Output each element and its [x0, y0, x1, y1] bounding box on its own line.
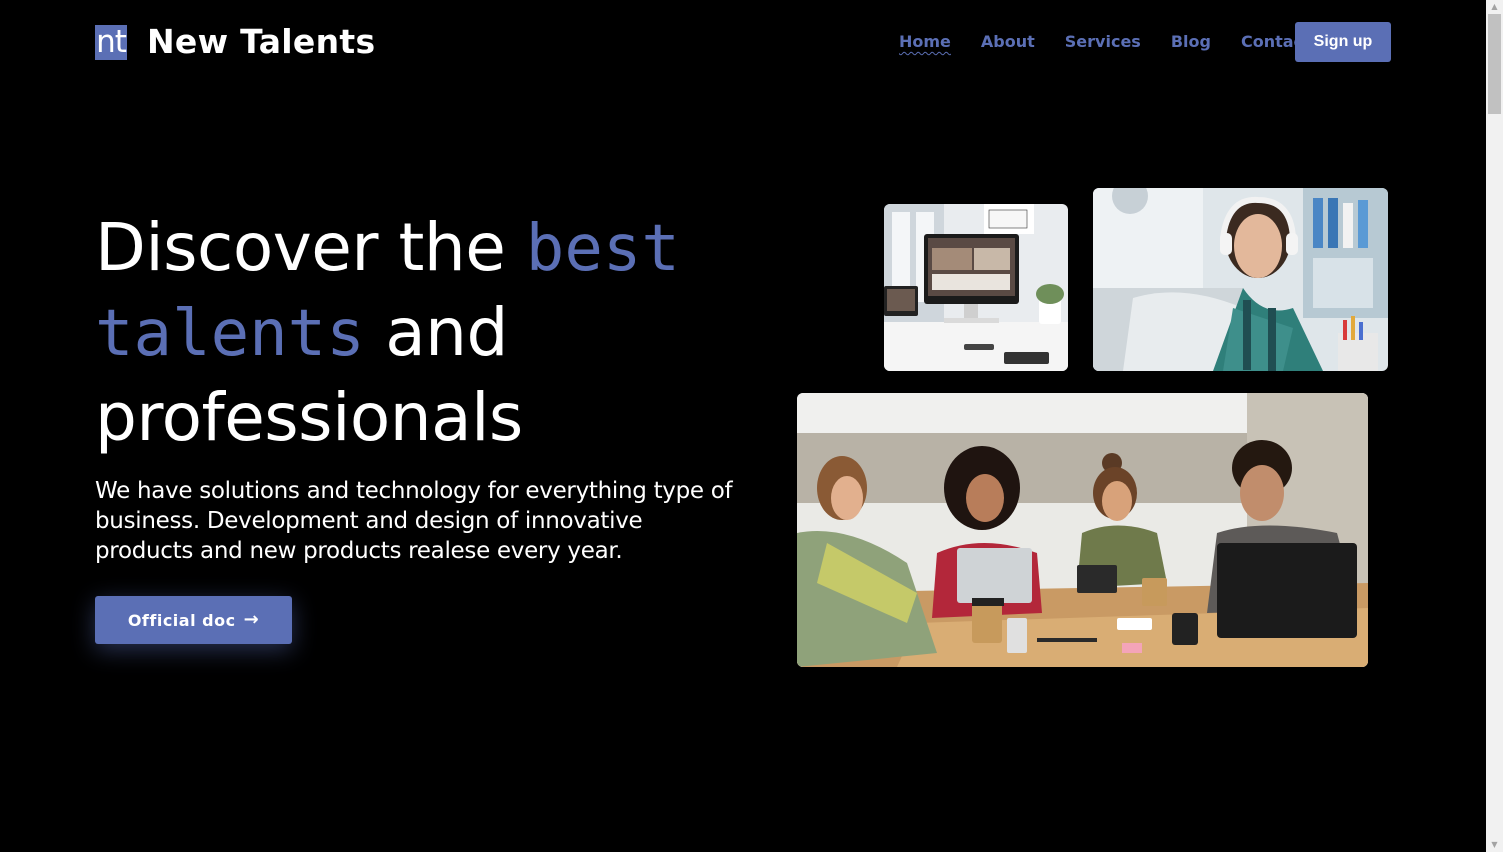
page-scrollbar[interactable]: ▲ ▼: [1486, 0, 1503, 852]
hero-title: Discover the best talents and professional…: [95, 206, 775, 460]
arrow-right-icon: →: [243, 609, 260, 630]
hero-description: We have solutions and technology for eve…: [95, 478, 733, 564]
nav-link-blog[interactable]: Blog: [1171, 30, 1211, 54]
scrollbar-thumb[interactable]: [1488, 14, 1501, 114]
nav-link-home[interactable]: Home: [899, 30, 951, 54]
brand-name: New Talents: [147, 22, 376, 61]
scroll-down-icon[interactable]: ▼: [1486, 838, 1503, 852]
woman-headphones-laptop-image: [1093, 188, 1388, 371]
official-doc-label: Official doc: [127, 610, 236, 630]
site-header: nt New Talents Home About Services Blog …: [0, 0, 1486, 84]
scroll-up-icon[interactable]: ▲: [1486, 0, 1503, 14]
hero-title-part2: and: [364, 294, 508, 371]
hero-title-accent-best: best: [525, 212, 680, 286]
hero-title-accent-talents: talents: [95, 297, 365, 371]
official-doc-button[interactable]: Official doc →: [95, 596, 292, 644]
logo-mark: nt: [95, 24, 127, 60]
workspace-computer-image: [884, 204, 1068, 371]
page: nt New Talents Home About Services Blog …: [0, 0, 1503, 852]
logo[interactable]: nt New Talents: [95, 22, 375, 62]
main-nav: Home About Services Blog Contact: [899, 30, 1311, 54]
team-meeting-image: [797, 393, 1368, 667]
nav-link-services[interactable]: Services: [1065, 30, 1141, 54]
hero-title-part1: Discover the: [95, 209, 526, 286]
nav-link-about[interactable]: About: [981, 30, 1035, 54]
signup-button[interactable]: Sign up: [1295, 22, 1391, 62]
hero-title-part3: professionals: [95, 379, 523, 456]
